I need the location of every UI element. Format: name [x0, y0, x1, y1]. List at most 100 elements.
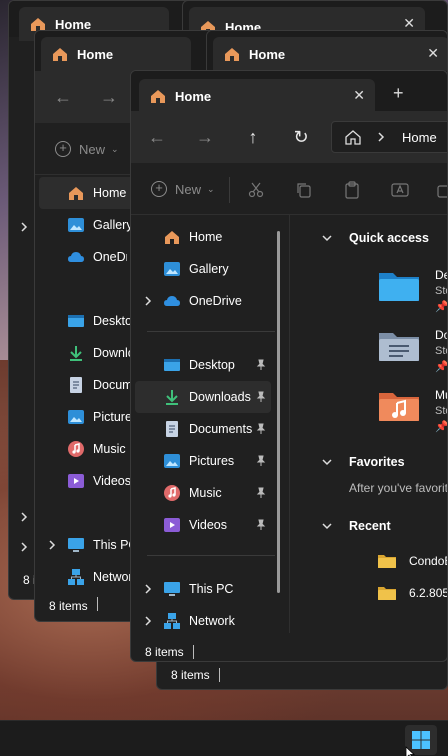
pin-icon[interactable]: [255, 391, 267, 403]
pin-icon: 📌: [435, 421, 448, 433]
tab-title: Home: [175, 88, 212, 104]
pin-icon[interactable]: [255, 359, 267, 371]
sidebar-item-label: Network: [93, 570, 131, 584]
quick-access-header[interactable]: Quick access: [321, 231, 429, 245]
forward-button[interactable]: →: [193, 125, 217, 149]
address-field[interactable]: Home: [331, 121, 447, 153]
sidebar-item-network[interactable]: Network: [145, 605, 235, 637]
quick-access-item[interactable]: Do Sto 📌: [377, 327, 447, 375]
tab-home[interactable]: Home: [41, 37, 191, 71]
close-tab-button[interactable]: ✕: [427, 45, 439, 62]
sidebar-item-home[interactable]: Home: [163, 221, 222, 253]
gallery-icon: [164, 262, 180, 276]
sidebar-item-videos[interactable]: Videos: [163, 509, 271, 541]
sidebar-item-label: Music: [93, 442, 126, 456]
pin-icon[interactable]: [255, 519, 267, 531]
refresh-button[interactable]: ↻: [289, 125, 313, 149]
sidebar-item-label: This PC: [189, 582, 234, 596]
tab-home[interactable]: Home ✕: [139, 79, 375, 113]
rename-icon[interactable]: [391, 181, 409, 199]
sidebar-item-label: Home: [93, 186, 127, 200]
chevron-right-icon[interactable]: [47, 539, 57, 551]
sidebar-item-label: Pictures: [189, 454, 235, 468]
chevron-down-icon: ⌄: [111, 143, 119, 154]
chevron-right-icon[interactable]: [143, 615, 153, 627]
new-label: New: [175, 181, 202, 197]
sidebar-item-documents[interactable]: Documents: [163, 413, 271, 445]
close-tab-button[interactable]: ✕: [353, 87, 365, 104]
cut-icon[interactable]: [247, 181, 265, 199]
status-divider: [219, 668, 220, 682]
chevron-right-icon[interactable]: [19, 541, 29, 553]
sidebar-divider: [147, 331, 275, 332]
new-button[interactable]: + New ⌄: [55, 141, 119, 157]
sidebar-item-desktop[interactable]: Desktop: [67, 305, 131, 337]
home-outline-icon: [345, 130, 361, 145]
favorites-header[interactable]: Favorites: [321, 455, 405, 469]
chevron-right-icon[interactable]: [19, 221, 29, 233]
recent-item[interactable]: 6.2.805: [377, 585, 448, 601]
favorites-empty-text: After you've favorit: [349, 481, 448, 495]
pane-divider[interactable]: [289, 215, 290, 633]
recent-item-name: 6.2.805: [409, 586, 448, 600]
quick-access-name: Do: [435, 328, 447, 342]
sidebar-item-onedrive[interactable]: OneDrive: [145, 285, 242, 317]
breadcrumb-segment[interactable]: Home: [402, 130, 437, 145]
chevron-right-icon[interactable]: [143, 583, 153, 595]
cloud-icon: [68, 252, 84, 262]
sidebar-item-documents[interactable]: Docum: [67, 369, 131, 401]
network-icon: [68, 569, 84, 585]
chevron-right-icon[interactable]: [143, 295, 153, 307]
chevron-right-icon[interactable]: [19, 511, 29, 523]
paste-icon[interactable]: [343, 181, 361, 199]
sidebar-item-label: OneDrive: [189, 294, 242, 308]
status-divider: [97, 597, 98, 611]
forward-button[interactable]: →: [97, 85, 121, 109]
cloud-icon: [164, 296, 180, 306]
folder-icon: [378, 555, 396, 568]
sidebar-item-music[interactable]: Music: [67, 433, 126, 465]
copy-icon[interactable]: [295, 181, 313, 199]
sidebar-item-home[interactable]: Home: [39, 177, 135, 209]
sidebar-item-thispc[interactable]: This PC: [49, 529, 137, 561]
sidebar-item-downloads[interactable]: Downlo: [67, 337, 131, 369]
sidebar-item-pictures[interactable]: Pictures: [67, 401, 131, 433]
sidebar-item-label: Pictures: [93, 410, 131, 424]
new-tab-button[interactable]: +: [393, 83, 404, 104]
chevron-down-icon: [322, 523, 332, 530]
sidebar-item-gallery[interactable]: Gallery: [67, 209, 133, 241]
home-icon: [53, 48, 67, 61]
sidebar-item-pictures[interactable]: Pictures: [163, 445, 271, 477]
recent-item[interactable]: CondoB: [377, 553, 447, 569]
quick-access-item[interactable]: Mu Sto 📌: [377, 387, 448, 435]
explorer-window-front[interactable]: Home ✕ + ← → ↑ ↻ Home + New ⌄ Home Galle…: [130, 70, 448, 662]
sidebar-item-videos[interactable]: Videos: [67, 465, 131, 497]
pin-icon[interactable]: [255, 455, 267, 467]
tab-home[interactable]: Home ✕: [213, 37, 447, 71]
recent-header[interactable]: Recent: [321, 519, 391, 533]
sidebar-item-network[interactable]: Network: [67, 561, 131, 593]
up-button[interactable]: ↑: [241, 125, 265, 149]
back-button[interactable]: ←: [51, 85, 75, 109]
sidebar-item-label: Music: [189, 486, 222, 500]
pin-icon[interactable]: [255, 487, 267, 499]
pin-icon: 📌: [435, 301, 448, 313]
back-button[interactable]: ←: [145, 125, 169, 149]
sidebar-item-downloads[interactable]: Downloads: [135, 381, 271, 413]
music-icon: [164, 485, 180, 501]
sidebar-item-label: Desktop: [93, 314, 131, 328]
sidebar-item-gallery[interactable]: Gallery: [163, 253, 229, 285]
quick-access-location: Sto: [435, 345, 447, 357]
pin-icon[interactable]: [255, 423, 267, 435]
new-button[interactable]: + New ⌄: [151, 181, 215, 197]
computer-icon: [68, 538, 84, 552]
sidebar-scrollbar[interactable]: [277, 231, 280, 593]
download-icon: [70, 346, 82, 361]
sidebar-item-thispc[interactable]: This PC: [145, 573, 234, 605]
sidebar-item-label: Gallery: [93, 218, 133, 232]
share-icon[interactable]: [437, 181, 448, 199]
sidebar-item-desktop[interactable]: Desktop: [163, 349, 271, 381]
sidebar-item-onedrive[interactable]: OneDriv: [67, 241, 127, 273]
sidebar-item-music[interactable]: Music: [163, 477, 271, 509]
quick-access-item[interactable]: De Sto 📌: [377, 267, 448, 315]
